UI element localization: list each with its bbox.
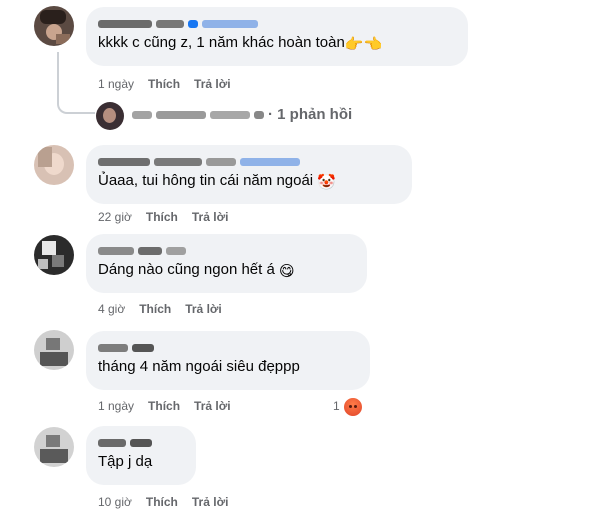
timestamp[interactable]: 10 giờ bbox=[98, 495, 132, 509]
comment-bubble: Dáng nào cũng ngon hết á 😋 bbox=[86, 234, 367, 293]
comment-text: Tập j dạ bbox=[98, 453, 153, 470]
avatar[interactable] bbox=[34, 235, 74, 275]
comment-meta: 4 giờ Thích Trả lời bbox=[98, 302, 236, 316]
reply-avatar[interactable] bbox=[96, 102, 124, 130]
reply-button[interactable]: Trả lời bbox=[194, 77, 231, 91]
commenter-name[interactable] bbox=[98, 15, 456, 31]
comment-meta: 10 giờ Thích Trả lời bbox=[98, 495, 242, 509]
commenter-name[interactable] bbox=[98, 153, 400, 169]
avatar[interactable] bbox=[34, 6, 74, 46]
view-replies-link[interactable]: · 1 phản hồi bbox=[132, 106, 352, 123]
comment-meta: 22 giờ Thích Trả lời bbox=[98, 210, 242, 224]
yum-emoji: 😋 bbox=[279, 263, 295, 280]
like-button[interactable]: Thích bbox=[146, 495, 178, 509]
like-button[interactable]: Thích bbox=[148, 399, 180, 413]
clown-emoji: 🤡 bbox=[317, 174, 337, 191]
reply-button[interactable]: Trả lời bbox=[192, 495, 229, 509]
timestamp[interactable]: 1 ngày bbox=[98, 399, 134, 413]
reply-button[interactable]: Trả lời bbox=[194, 399, 231, 413]
reaction-count: 1 bbox=[333, 399, 340, 414]
timestamp[interactable]: 4 giờ bbox=[98, 302, 125, 316]
comment-bubble: tháng 4 năm ngoái siêu đẹppp bbox=[86, 331, 370, 390]
reaction-summary[interactable]: 1 bbox=[333, 396, 364, 418]
avatar[interactable] bbox=[34, 330, 74, 370]
commenter-name[interactable] bbox=[98, 434, 184, 450]
reply-button[interactable]: Trả lời bbox=[192, 210, 229, 224]
comment-text: Dáng nào cũng ngon hết á 😋 bbox=[98, 261, 295, 280]
comment-text: kkkk c cũng z, 1 năm khác hoàn toàn👉👈 bbox=[98, 34, 383, 53]
comment-bubble: Ủaaa, tui hông tin cái năm ngoái 🤡 bbox=[86, 145, 412, 204]
like-button[interactable]: Thích bbox=[146, 210, 178, 224]
commenter-name[interactable] bbox=[98, 242, 355, 258]
comment-meta: 1 ngày Thích Trả lời bbox=[98, 399, 245, 413]
commenter-name[interactable] bbox=[98, 339, 358, 355]
reply-button[interactable]: Trả lời bbox=[185, 302, 222, 316]
pointing-fingers-emoji: 👉👈 bbox=[344, 36, 383, 53]
avatar[interactable] bbox=[34, 427, 74, 467]
avatar[interactable] bbox=[34, 145, 74, 185]
comment-meta: 1 ngày Thích Trả lời bbox=[98, 77, 245, 91]
comment-bubble: kkkk c cũng z, 1 năm khác hoàn toàn👉👈 bbox=[86, 7, 468, 66]
timestamp[interactable]: 1 ngày bbox=[98, 77, 134, 91]
comment-bubble: Tập j dạ bbox=[86, 426, 196, 485]
timestamp[interactable]: 22 giờ bbox=[98, 210, 132, 224]
comment-text: tháng 4 năm ngoái siêu đẹppp bbox=[98, 358, 300, 375]
comment-text: Ủaaa, tui hông tin cái năm ngoái 🤡 bbox=[98, 172, 337, 191]
like-button[interactable]: Thích bbox=[148, 77, 180, 91]
reply-thread-line bbox=[57, 52, 95, 114]
like-button[interactable]: Thích bbox=[139, 302, 171, 316]
angry-reaction-icon bbox=[341, 396, 364, 418]
